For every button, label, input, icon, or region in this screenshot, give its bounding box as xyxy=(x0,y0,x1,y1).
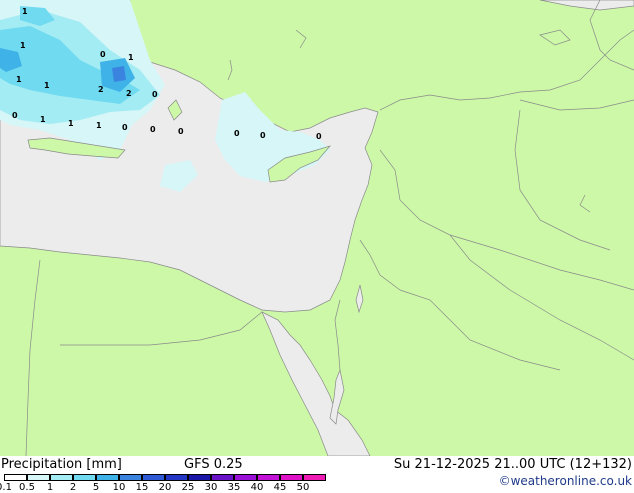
precip-value: 0 xyxy=(12,111,18,120)
scale-swatch xyxy=(234,474,257,481)
scale-tick-label: 15 xyxy=(135,482,149,493)
map-title: Precipitation [mm] xyxy=(1,457,122,472)
scale-swatch xyxy=(119,474,142,481)
precip-value: 1 xyxy=(16,75,22,84)
precip-value: 1 xyxy=(68,119,74,128)
precip-value: 1 xyxy=(22,7,28,16)
scale-tick-label: 0.1 xyxy=(0,482,12,493)
site-credit: ©weatheronline.co.uk xyxy=(498,474,632,488)
precip-value: 1 xyxy=(44,81,50,90)
precip-value: 0 xyxy=(152,90,158,99)
precip-value: 1 xyxy=(128,53,134,62)
scale-swatch xyxy=(96,474,119,481)
weather-map-panel: 1101112200111000000 Precipitation [mm] G… xyxy=(0,0,634,493)
model-name: GFS 0.25 xyxy=(184,457,243,472)
precip-value: 0 xyxy=(316,132,322,141)
scale-tick-label: 30 xyxy=(204,482,218,493)
precip-value: 1 xyxy=(20,41,26,50)
scale-swatch xyxy=(73,474,96,481)
precipitation-map: 1 1 0 1 1 1 2 2 0 0 1 1 1 0 0 0 0 0 0 xyxy=(0,0,634,456)
scale-swatch xyxy=(211,474,234,481)
precip-value: 2 xyxy=(126,89,132,98)
scale-tick-label: 2 xyxy=(69,482,77,493)
scale-swatch xyxy=(188,474,211,481)
precip-value: 0 xyxy=(150,125,156,134)
precip-value: 0 xyxy=(122,123,128,132)
precip-value: 2 xyxy=(98,85,104,94)
scale-tick-label: 50 xyxy=(296,482,310,493)
precip-value: 0 xyxy=(178,127,184,136)
scale-tick-label: 0.5 xyxy=(19,482,35,493)
scale-swatch xyxy=(4,474,27,481)
valid-datetime: Su 21-12-2025 21..00 UTC (12+132) xyxy=(393,457,632,472)
precip-value: 0 xyxy=(260,131,266,140)
color-scale: 0.10.5125101520253035404550 xyxy=(0,474,330,493)
scale-swatch xyxy=(165,474,188,481)
precip-value: 1 xyxy=(96,121,102,130)
scale-tick-label: 20 xyxy=(158,482,172,493)
scale-tick-label: 5 xyxy=(92,482,100,493)
precip-value: 1 xyxy=(40,115,46,124)
scale-swatch xyxy=(50,474,73,481)
scale-tick-label: 1 xyxy=(46,482,54,493)
scale-swatch xyxy=(142,474,165,481)
scale-tick-label: 10 xyxy=(112,482,126,493)
precip-value: 0 xyxy=(100,50,106,59)
scale-swatch xyxy=(257,474,280,481)
scale-swatch xyxy=(280,474,303,481)
legend-footer: Precipitation [mm] GFS 0.25 Su 21-12-202… xyxy=(0,456,634,493)
scale-tick-label: 35 xyxy=(227,482,241,493)
precip-max xyxy=(112,66,126,82)
scale-tick-label: 25 xyxy=(181,482,195,493)
scale-tick-label: 45 xyxy=(273,482,287,493)
scale-swatch xyxy=(303,474,326,481)
scale-tick-label: 40 xyxy=(250,482,264,493)
precip-value: 0 xyxy=(234,129,240,138)
scale-swatch xyxy=(27,474,50,481)
